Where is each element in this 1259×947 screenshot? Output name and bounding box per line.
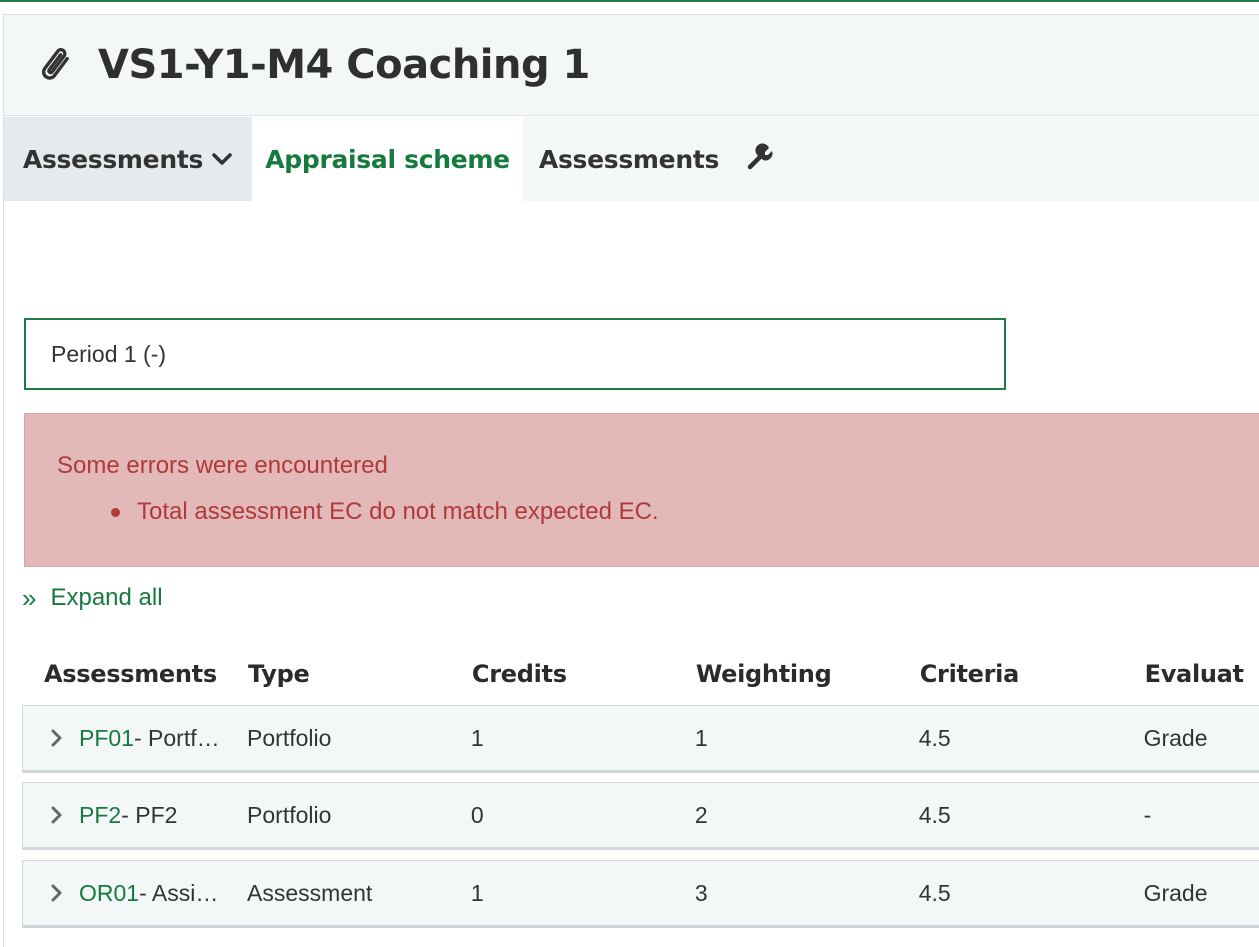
type-cell: Portfolio — [247, 724, 332, 751]
tab-assessments[interactable]: Assessments — [523, 117, 735, 201]
criteria-cell: 4.5 — [918, 801, 951, 828]
period-selector[interactable]: Period 1 (-) — [24, 318, 1006, 390]
chevron-right-icon[interactable] — [51, 728, 63, 748]
expand-all-link[interactable]: » Expand all — [22, 582, 163, 614]
column-header-credits[interactable]: Credits — [472, 660, 696, 688]
top-accent-bar — [0, 0, 1259, 2]
column-header-criteria[interactable]: Criteria — [920, 660, 1145, 688]
column-header-weighting[interactable]: Weighting — [696, 660, 920, 688]
table-row[interactable]: OR01 - Assi… Assessment 1 3 4.5 Grade — [22, 860, 1259, 928]
chevron-right-icon[interactable] — [51, 883, 63, 903]
assessment-cell: PF2 - PF2 — [23, 802, 247, 829]
credits-cell: 0 — [470, 801, 484, 828]
tab-appraisal-scheme[interactable]: Appraisal scheme — [252, 117, 523, 201]
credits-cell: 1 — [470, 879, 484, 906]
error-alert-heading: Some errors were encountered — [57, 452, 388, 479]
tab-assessments-dropdown-label: Assessments — [22, 144, 204, 174]
assessment-code-link[interactable]: OR01 — [79, 880, 139, 907]
tab-assessments-dropdown[interactable]: Assessments — [4, 117, 252, 201]
paperclip-icon — [36, 42, 80, 88]
assessment-name: - Portf… — [133, 724, 220, 751]
expand-all-label: Expand all — [50, 584, 163, 611]
assessment-code-link[interactable]: PF2 — [79, 802, 121, 829]
table-row[interactable]: PF2 - PF2 Portfolio 0 2 4.5 - — [22, 782, 1259, 850]
type-cell: Assessment — [247, 879, 373, 906]
criteria-cell: 4.5 — [918, 879, 951, 906]
column-header-evaluation[interactable]: Evaluat — [1145, 660, 1259, 688]
weighting-cell: 3 — [694, 879, 708, 906]
assessment-cell: PF01 - Portf… — [23, 725, 247, 752]
evaluation-cell: - — [1143, 801, 1152, 828]
tab-bar: Assessments Appraisal scheme Assessments — [4, 117, 1259, 201]
assessment-name: - PF2 — [121, 801, 178, 828]
error-alert-item: Total assessment EC do not match expecte… — [111, 498, 659, 526]
assessment-code-link[interactable]: PF01 — [79, 725, 134, 752]
chevron-right-icon[interactable] — [51, 805, 63, 825]
bullet-icon — [111, 507, 120, 517]
column-header-assessments[interactable]: Assessments — [24, 660, 248, 688]
weighting-cell: 2 — [694, 801, 708, 828]
chevron-down-icon — [211, 151, 233, 167]
evaluation-cell: Grade — [1143, 724, 1208, 751]
assessment-cell: OR01 - Assi… — [23, 880, 247, 907]
table-row[interactable]: PF01 - Portf… Portfolio 1 1 4.5 Grade — [22, 705, 1259, 773]
weighting-cell: 1 — [694, 724, 708, 751]
error-alert: Some errors were encountered Total asses… — [24, 413, 1259, 567]
credits-cell: 1 — [470, 724, 484, 751]
error-alert-item-text: Total assessment EC do not match expecte… — [137, 498, 659, 525]
table-header: Assessments Type Credits Weighting Crite… — [24, 652, 1259, 696]
tab-settings[interactable] — [735, 117, 825, 201]
criteria-cell: 4.5 — [918, 724, 951, 751]
evaluation-cell: Grade — [1143, 879, 1208, 906]
wrench-icon — [745, 141, 775, 177]
type-cell: Portfolio — [247, 801, 332, 828]
assessment-name: - Assi… — [139, 879, 219, 906]
page-title: VS1-Y1-M4 Coaching 1 — [98, 42, 590, 88]
page-header: VS1-Y1-M4 Coaching 1 — [4, 15, 1259, 116]
double-chevron-right-icon: » — [22, 583, 37, 613]
column-header-type[interactable]: Type — [248, 660, 472, 688]
